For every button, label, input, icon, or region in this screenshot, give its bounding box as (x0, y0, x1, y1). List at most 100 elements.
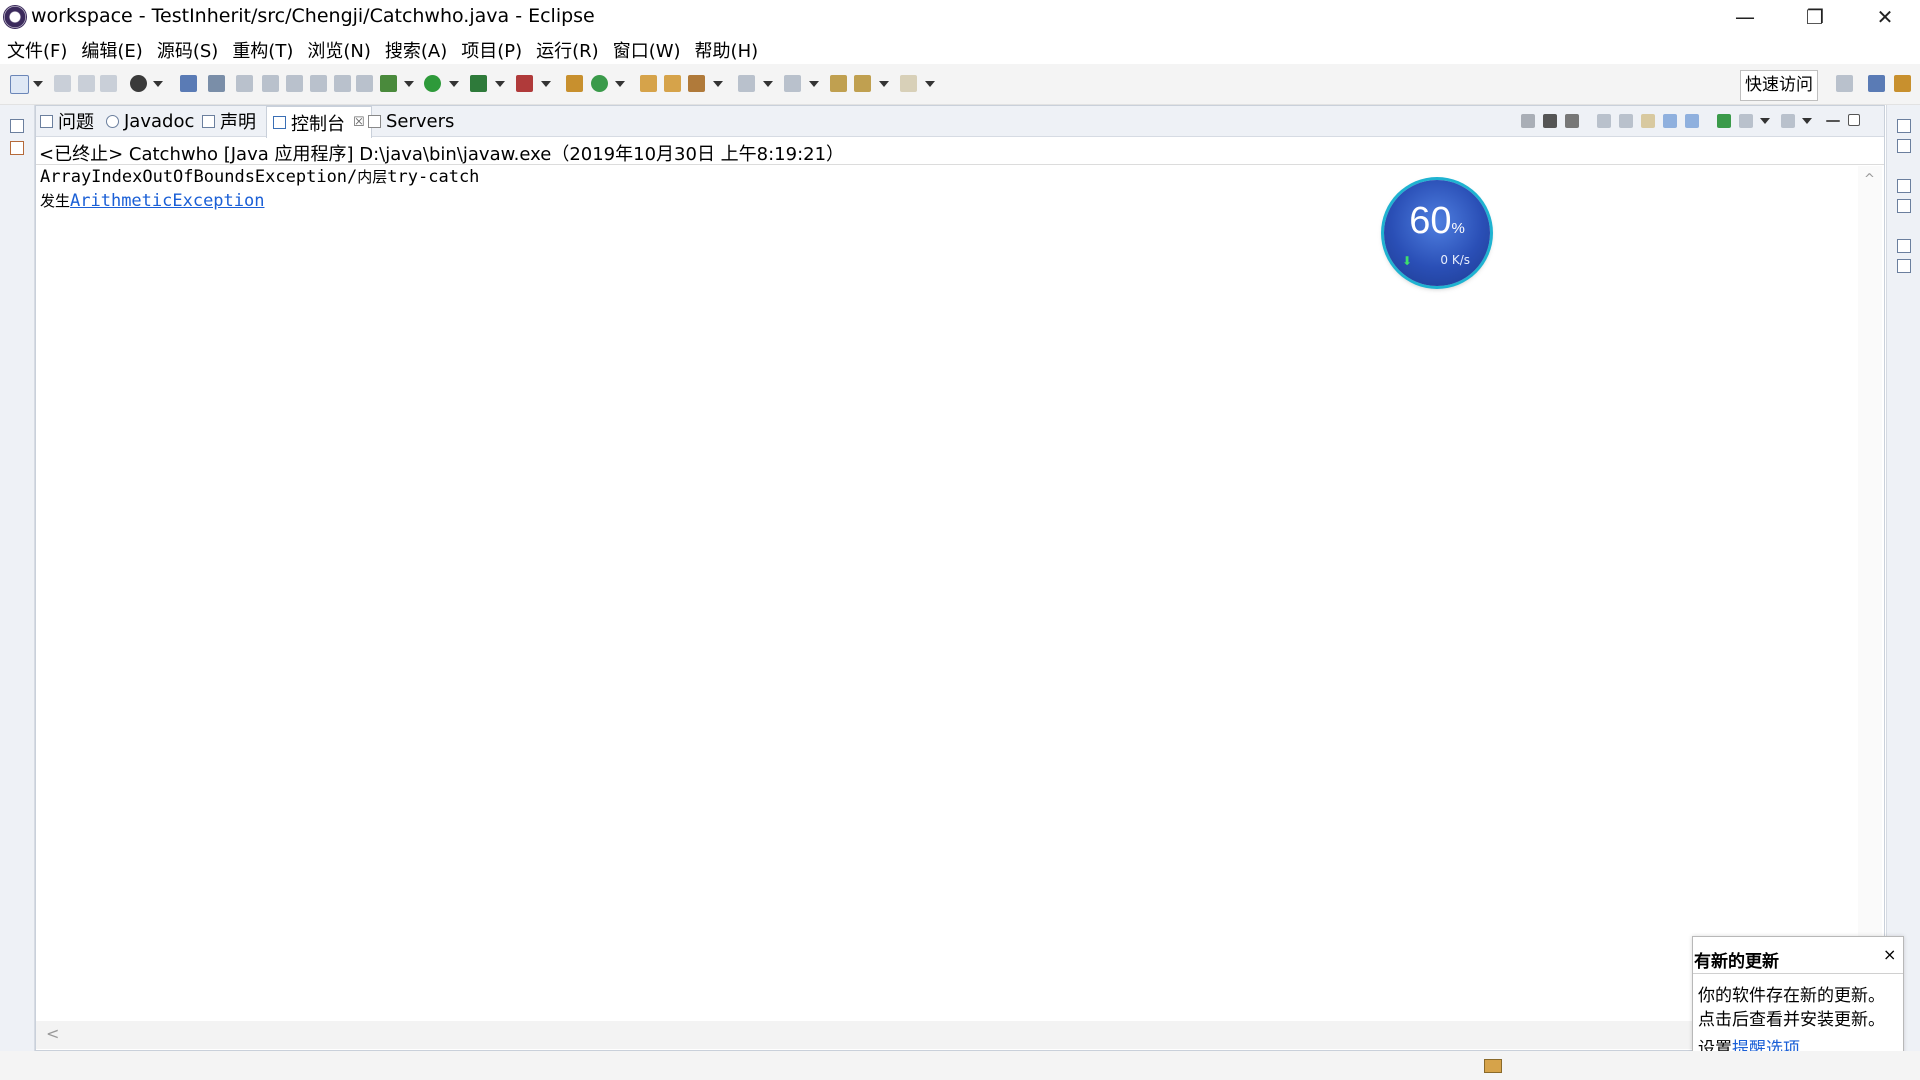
restore-icon[interactable] (1897, 179, 1911, 193)
restore-icon[interactable] (1897, 119, 1911, 133)
new-icon[interactable] (10, 75, 29, 94)
menu-project[interactable]: 项目(P) (454, 34, 529, 64)
pin-console-icon[interactable] (1717, 114, 1731, 128)
terminate-icon[interactable] (1521, 114, 1535, 128)
network-speed-gauge[interactable]: 60% ⬇ 0 K/s (1384, 180, 1490, 286)
right-trim-bar (1886, 105, 1920, 1080)
update-notification[interactable]: 有新的更新 × 你的软件存在新的更新。 点击后查看并安装更新。 设置提醒选项 (1692, 936, 1904, 1063)
open-console-icon[interactable] (1781, 114, 1795, 128)
open-task-icon[interactable] (664, 75, 681, 92)
debug-target-icon[interactable] (130, 75, 147, 92)
tab-javadoc[interactable]: Javadoc (106, 106, 194, 136)
close-window-button[interactable]: ✕ (1850, 0, 1920, 34)
minimize-view-icon[interactable] (1826, 120, 1840, 122)
declaration-icon (202, 114, 215, 128)
tab-servers[interactable]: Servers (368, 106, 454, 136)
debug-icon[interactable] (380, 75, 397, 92)
debug-dropdown-icon[interactable] (404, 81, 414, 87)
remove-launch-icon[interactable] (1543, 114, 1557, 128)
new-java-class-dropdown-icon[interactable] (615, 81, 625, 87)
menu-navigate[interactable]: 浏览(N) (300, 34, 378, 64)
word-wrap-icon[interactable] (1641, 114, 1655, 128)
menu-edit[interactable]: 编辑(E) (74, 34, 149, 64)
menu-search[interactable]: 搜索(A) (378, 34, 454, 64)
quick-access-field[interactable]: 快速访问 (1740, 70, 1818, 101)
previous-annotation-dropdown-icon[interactable] (809, 81, 819, 87)
scroll-left-arrow-icon[interactable]: < (46, 1024, 59, 1043)
progress-icon[interactable] (1484, 1059, 1502, 1073)
run-dropdown-icon[interactable] (449, 81, 459, 87)
show-on-stdout-icon[interactable] (1663, 114, 1677, 128)
open-console-dropdown-icon[interactable] (1802, 118, 1812, 124)
back-dropdown-icon[interactable] (879, 81, 889, 87)
tab-problems[interactable]: 问题 (40, 106, 94, 136)
close-tab-icon[interactable]: ☒ (353, 115, 365, 130)
save-icon[interactable] (54, 75, 71, 92)
menu-window[interactable]: 窗口(W) (606, 34, 688, 64)
menu-run[interactable]: 运行(R) (529, 34, 606, 64)
link-icon[interactable] (286, 75, 303, 92)
print-icon[interactable] (100, 75, 117, 92)
next-annotation-dropdown-icon[interactable] (763, 81, 773, 87)
minimize-button[interactable]: — (1710, 0, 1780, 34)
next-annotation-icon[interactable] (738, 75, 755, 92)
tab-declaration[interactable]: 声明 (202, 106, 256, 136)
scroll-up-arrow-icon[interactable]: ^ (1864, 172, 1875, 187)
previous-annotation-icon[interactable] (784, 75, 801, 92)
debug-perspective-icon[interactable] (1894, 75, 1911, 92)
maximize-button[interactable]: ❐ (1780, 0, 1850, 34)
show-on-stderr-icon[interactable] (1685, 114, 1699, 128)
clear-console-icon[interactable] (1597, 114, 1611, 128)
exception-link[interactable]: ArithmeticException (70, 191, 264, 211)
coverage-icon[interactable] (470, 75, 487, 92)
output-text: 发生 (40, 192, 71, 210)
servers-icon (368, 114, 381, 128)
main-toolbar (0, 64, 1920, 105)
coverage-dropdown-icon[interactable] (495, 81, 505, 87)
menu-refactor[interactable]: 重构(T) (225, 34, 300, 64)
restore-icon[interactable] (1897, 239, 1911, 253)
save-all-icon[interactable] (78, 75, 95, 92)
skip-breakpoints-icon[interactable] (208, 75, 225, 92)
back-icon[interactable] (854, 75, 871, 92)
search-dropdown-icon[interactable] (713, 81, 723, 87)
tab-console[interactable]: 控制台 ☒ (266, 106, 372, 138)
debug-target-dropdown-icon[interactable] (153, 81, 163, 87)
search-icon[interactable] (688, 75, 705, 92)
remove-all-terminated-icon[interactable] (1565, 114, 1579, 128)
close-notification-button[interactable]: × (1883, 945, 1896, 964)
mark-icon[interactable] (310, 75, 327, 92)
new-java-package-icon[interactable] (566, 75, 583, 92)
new-java-class-icon[interactable] (591, 75, 608, 92)
vertical-scrollbar[interactable]: ^ (1858, 166, 1882, 1021)
new-dropdown-icon[interactable] (33, 81, 43, 87)
forward-icon[interactable] (900, 75, 917, 92)
external-tools-dropdown-icon[interactable] (541, 81, 551, 87)
paragraph-icon[interactable] (356, 75, 373, 92)
output-text: 内层 (357, 168, 388, 186)
external-tools-icon[interactable] (516, 75, 533, 92)
forward-dropdown-icon[interactable] (925, 81, 935, 87)
maximize-view-icon[interactable] (1848, 114, 1860, 126)
horizontal-scrollbar[interactable]: < (36, 1021, 1858, 1049)
editor-area-icon[interactable] (1897, 259, 1911, 273)
terminal-icon[interactable] (180, 75, 197, 92)
menu-help[interactable]: 帮助(H) (688, 34, 766, 64)
java-perspective-icon[interactable] (1868, 75, 1885, 92)
menu-source[interactable]: 源码(S) (150, 34, 225, 64)
scroll-lock-icon[interactable] (1619, 114, 1633, 128)
run-icon[interactable] (424, 75, 441, 92)
last-edit-icon[interactable] (830, 75, 847, 92)
task-list-icon[interactable] (1897, 139, 1911, 153)
restore-icon[interactable] (10, 119, 24, 133)
display-console-dropdown-icon[interactable] (1760, 118, 1770, 124)
open-type-icon[interactable] (640, 75, 657, 92)
outline-icon[interactable] (1897, 199, 1911, 213)
open-perspective-icon[interactable] (1836, 75, 1853, 92)
block-icon[interactable] (334, 75, 351, 92)
display-console-icon[interactable] (1739, 114, 1753, 128)
edit-icon[interactable] (262, 75, 279, 92)
package-explorer-icon[interactable] (10, 141, 24, 155)
menu-file[interactable]: 文件(F) (0, 34, 74, 64)
annotation-icon[interactable] (236, 75, 253, 92)
